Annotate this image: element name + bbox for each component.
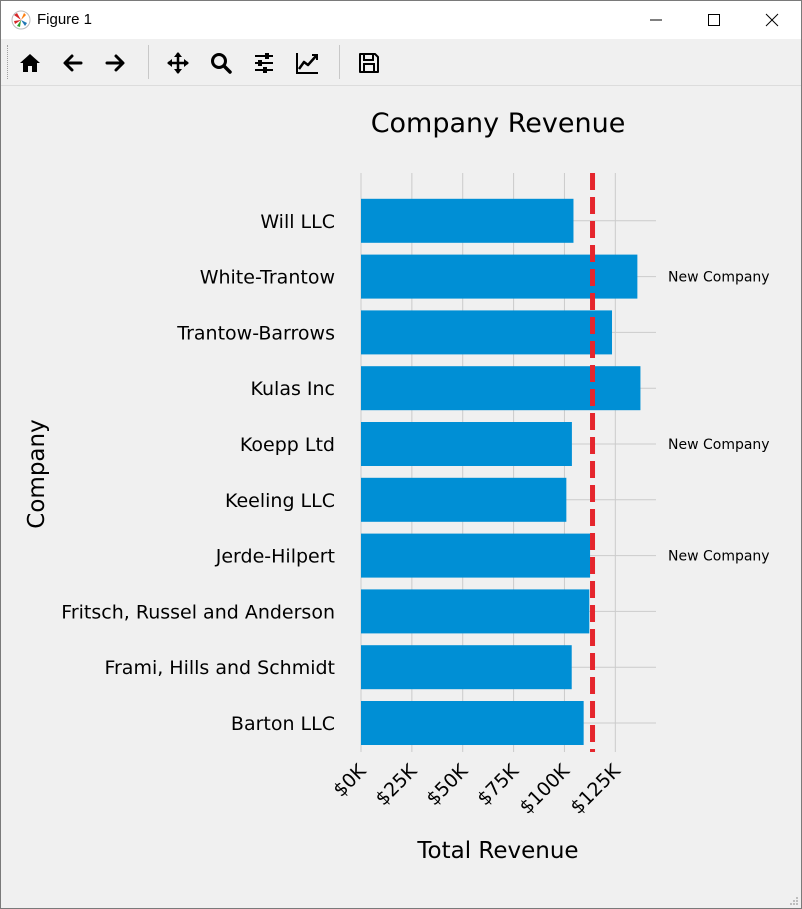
- x-tick-label: $100K: [515, 760, 574, 819]
- title-bar[interactable]: Figure 1: [1, 1, 801, 39]
- window-title: Figure 1: [37, 11, 93, 28]
- status-bar: [1, 887, 801, 908]
- bar: [361, 645, 572, 690]
- bar-chart: Company Revenue Total Revenue Company Ba…: [24, 108, 770, 864]
- maximize-button[interactable]: [685, 1, 743, 39]
- edit-axis-button[interactable]: [292, 48, 322, 78]
- y-tick-label: Kulas Inc: [250, 378, 335, 400]
- bar: [361, 422, 572, 466]
- y-tick-label: White-Trantow: [200, 267, 335, 289]
- chart-title: Company Revenue: [371, 108, 626, 139]
- y-tick-label: Jerde-Hilpert: [215, 546, 335, 568]
- home-button[interactable]: [15, 48, 45, 78]
- bar: [361, 254, 638, 299]
- move-icon: [167, 52, 189, 74]
- bar: [361, 477, 567, 522]
- figure-canvas[interactable]: Company Revenue Total Revenue Company Ba…: [1, 86, 801, 896]
- close-icon: [765, 13, 779, 27]
- y-tick-label: Keeling LLC: [225, 490, 335, 512]
- line-chart-icon: [296, 53, 318, 74]
- y-tick-label: Barton LLC: [231, 713, 335, 735]
- bar: [361, 533, 591, 578]
- arrow-left-icon: [63, 54, 83, 72]
- x-tick-label: $0K: [329, 760, 371, 802]
- x-tick-label: $25K: [371, 760, 421, 810]
- x-tick-label: $50K: [422, 760, 472, 810]
- matplotlib-logo-icon: [11, 10, 31, 30]
- save-button[interactable]: [354, 48, 384, 78]
- y-tick-label: Trantow-Barrows: [176, 322, 335, 344]
- figure-window: Figure 1 Company Revenue Total Revenue C…: [0, 0, 802, 909]
- y-axis-label: Company: [24, 419, 50, 528]
- forward-button[interactable]: [100, 48, 130, 78]
- arrow-right-icon: [105, 54, 125, 72]
- resize-grip-icon[interactable]: [789, 896, 799, 906]
- magnifier-icon: [211, 53, 232, 74]
- y-tick-label: Koepp Ltd: [240, 434, 335, 456]
- annotation-label: New Company: [668, 549, 770, 565]
- back-button[interactable]: [58, 48, 88, 78]
- bar: [361, 366, 641, 411]
- maximize-icon: [708, 14, 720, 26]
- y-tick-label: Fritsch, Russel and Anderson: [61, 601, 335, 623]
- annotation-label: New Company: [668, 270, 770, 286]
- bar: [361, 701, 584, 745]
- toolbar-separator: [148, 45, 149, 79]
- toolbar-grip[interactable]: [7, 45, 10, 79]
- bar: [361, 589, 590, 634]
- zoom-button[interactable]: [206, 48, 236, 78]
- configure-subplots-button[interactable]: [249, 48, 279, 78]
- pan-button[interactable]: [163, 48, 193, 78]
- x-tick-label: $125K: [566, 760, 625, 819]
- toolbar-separator: [339, 45, 340, 79]
- minimize-button[interactable]: [627, 1, 685, 39]
- floppy-disk-icon: [359, 53, 379, 73]
- close-button[interactable]: [743, 1, 801, 39]
- home-icon: [20, 54, 40, 72]
- navigation-toolbar: [1, 39, 801, 86]
- y-tick-label: Frami, Hills and Schmidt: [104, 657, 335, 679]
- sliders-icon: [255, 53, 273, 73]
- minimize-icon: [650, 19, 662, 21]
- bar: [361, 310, 613, 355]
- x-axis-label: Total Revenue: [416, 838, 578, 864]
- y-tick-label: Will LLC: [260, 211, 335, 233]
- bar: [361, 198, 574, 243]
- annotation-label: New Company: [668, 437, 770, 453]
